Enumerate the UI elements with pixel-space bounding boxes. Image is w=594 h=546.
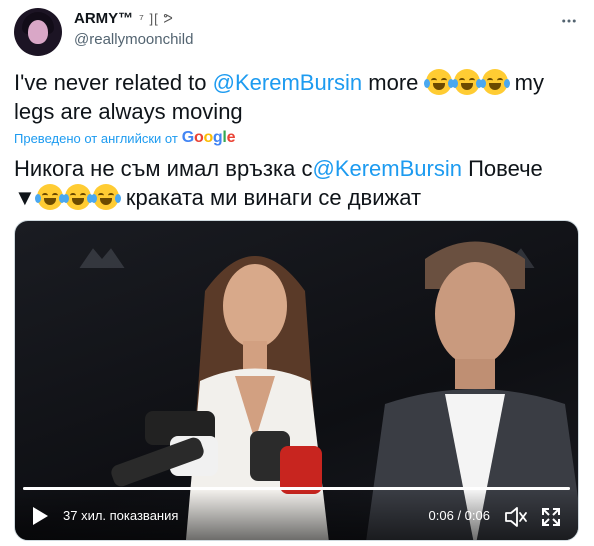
tweet: ARMY™ ⁷ ][ ᕗ @reallymoonchild I've never…	[0, 0, 594, 546]
tweet-text-start: I've never related to	[14, 70, 213, 95]
translation-label: Преведено от английски от	[14, 130, 178, 146]
translated-text-start: Никога не съм имал връзка с	[14, 156, 313, 181]
tears-of-joy-emoji	[90, 184, 121, 210]
backdrop-logo-left	[75, 239, 129, 279]
tears-of-joy-emoji	[34, 184, 65, 210]
play-icon[interactable]	[31, 506, 49, 526]
translation-attribution[interactable]: Преведено от английски от Google	[14, 129, 235, 147]
avatar[interactable]	[14, 8, 62, 56]
tears-of-joy-emoji	[451, 69, 482, 95]
avatar-face	[28, 20, 48, 44]
google-logo: Google	[181, 129, 236, 146]
tweet-text-middle: more	[362, 70, 425, 95]
video-time: 0:06 / 0:06	[428, 508, 490, 523]
tweet-text: I've never related to @KeremBursin more …	[14, 68, 584, 126]
tears-of-joy-emoji	[423, 69, 454, 95]
volume-muted-icon[interactable]	[504, 506, 528, 528]
translated-mention-link[interactable]: @KeremBursin	[312, 156, 462, 181]
translated-text-end: краката ми винаги се движат	[119, 185, 422, 210]
more-button[interactable]	[558, 10, 580, 32]
video-controls: 37 хил. показвания 0:06 / 0:06	[15, 490, 578, 540]
more-icon	[562, 19, 576, 23]
down-triangle-icon: ▼	[14, 185, 36, 210]
tears-of-joy-emoji	[479, 69, 510, 95]
translated-text: Никога не съм имал връзка с@KeremBursin …	[14, 154, 584, 212]
author-handle[interactable]: @reallymoonchild	[74, 31, 193, 48]
author-display-name[interactable]: ARMY™	[74, 10, 133, 27]
tears-of-joy-emoji	[62, 184, 93, 210]
view-count: 37 хил. показвания	[63, 508, 179, 523]
author-name-suffix: ⁷ ][ ᕗ	[139, 10, 174, 26]
mention-link[interactable]: @KeremBursin	[213, 70, 363, 95]
fullscreen-icon[interactable]	[540, 506, 562, 528]
author-name-row[interactable]: ARMY™ ⁷ ][ ᕗ	[74, 10, 174, 27]
video-player[interactable]: 37 хил. показвания 0:06 / 0:06	[14, 220, 579, 541]
translated-text-middle: Повече	[461, 156, 543, 181]
